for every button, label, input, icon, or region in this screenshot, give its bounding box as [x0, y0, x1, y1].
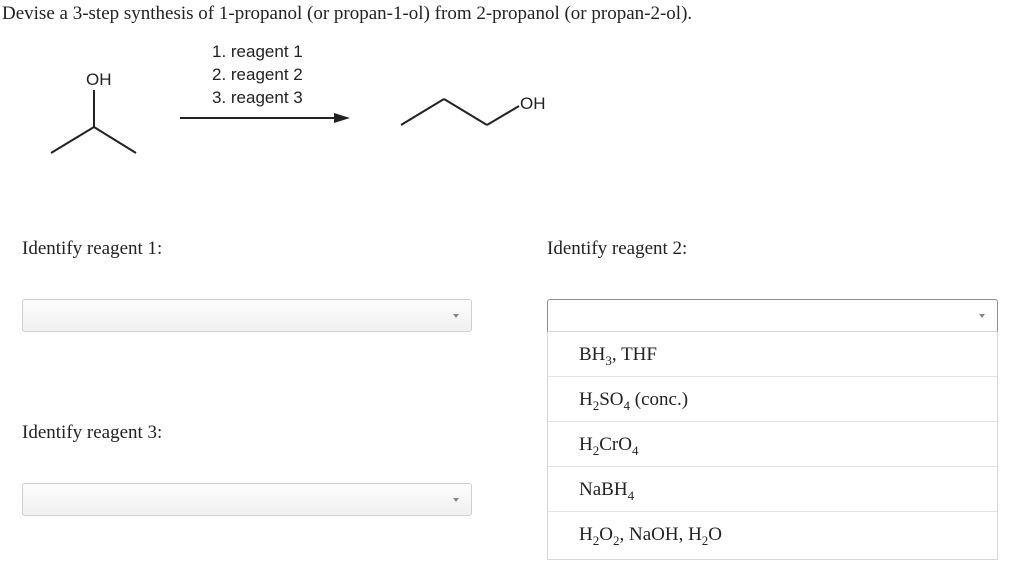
reagent-3-prompt: Identify reagent 3: — [22, 422, 163, 443]
step-2-label: 2. reagent 2 — [212, 65, 303, 84]
formula-text: H — [579, 524, 593, 545]
formula-text: O — [708, 524, 723, 545]
reaction-scheme: OH 1. reagent 1 2. reagent 2 3. reagent … — [50, 42, 546, 154]
reagent-option[interactable]: NaBH4 — [548, 467, 997, 512]
formula-text: BH — [579, 344, 606, 365]
formula-subscript: 4 — [631, 443, 639, 458]
reagent-3-select[interactable] — [22, 483, 472, 516]
reagent-option[interactable]: BH3, THF — [548, 332, 997, 377]
reactant-2-propanol: OH — [50, 70, 137, 154]
question-text: Devise a 3-step synthesis of 1-propanol … — [2, 3, 693, 24]
reagent-1-select[interactable] — [22, 299, 472, 332]
step-1-label: 1. reagent 1 — [212, 42, 303, 61]
formula-text: H — [579, 389, 593, 410]
reagent-option[interactable]: H2CrO4 — [548, 422, 997, 467]
product-oh-label: OH — [520, 94, 546, 113]
reaction-arrow — [180, 113, 350, 123]
reagent-option[interactable]: H2O2, NaOH, H2O — [548, 512, 997, 559]
reagent-2-select[interactable] — [547, 299, 998, 332]
formula-text: NaBH — [579, 479, 628, 500]
chevron-down-icon — [453, 314, 459, 318]
formula-text: , NaOH, H — [619, 524, 702, 545]
reactant-oh-label: OH — [86, 70, 112, 89]
step-3-label: 3. reagent 3 — [212, 88, 303, 107]
reagent-1-prompt: Identify reagent 1: — [22, 238, 163, 259]
reagent-2-prompt: Identify reagent 2: — [547, 238, 688, 259]
chevron-down-icon — [979, 314, 985, 318]
formula-text: , THF — [611, 344, 657, 365]
formula-text: H — [579, 434, 593, 455]
product-1-propanol: OH — [400, 94, 546, 126]
formula-text: O — [599, 524, 613, 545]
reagent-2-dropdown-menu: BH3, THF H2SO4 (conc.) H2CrO4 NaBH4 H2O2, Na… — [547, 332, 998, 560]
formula-text: (conc.) — [630, 389, 689, 410]
chevron-down-icon — [453, 498, 459, 502]
formula-text: CrO — [599, 434, 632, 455]
formula-subscript: 4 — [627, 488, 635, 503]
reagent-option[interactable]: H2SO4 (conc.) — [548, 377, 997, 422]
formula-text: SO — [599, 389, 624, 410]
